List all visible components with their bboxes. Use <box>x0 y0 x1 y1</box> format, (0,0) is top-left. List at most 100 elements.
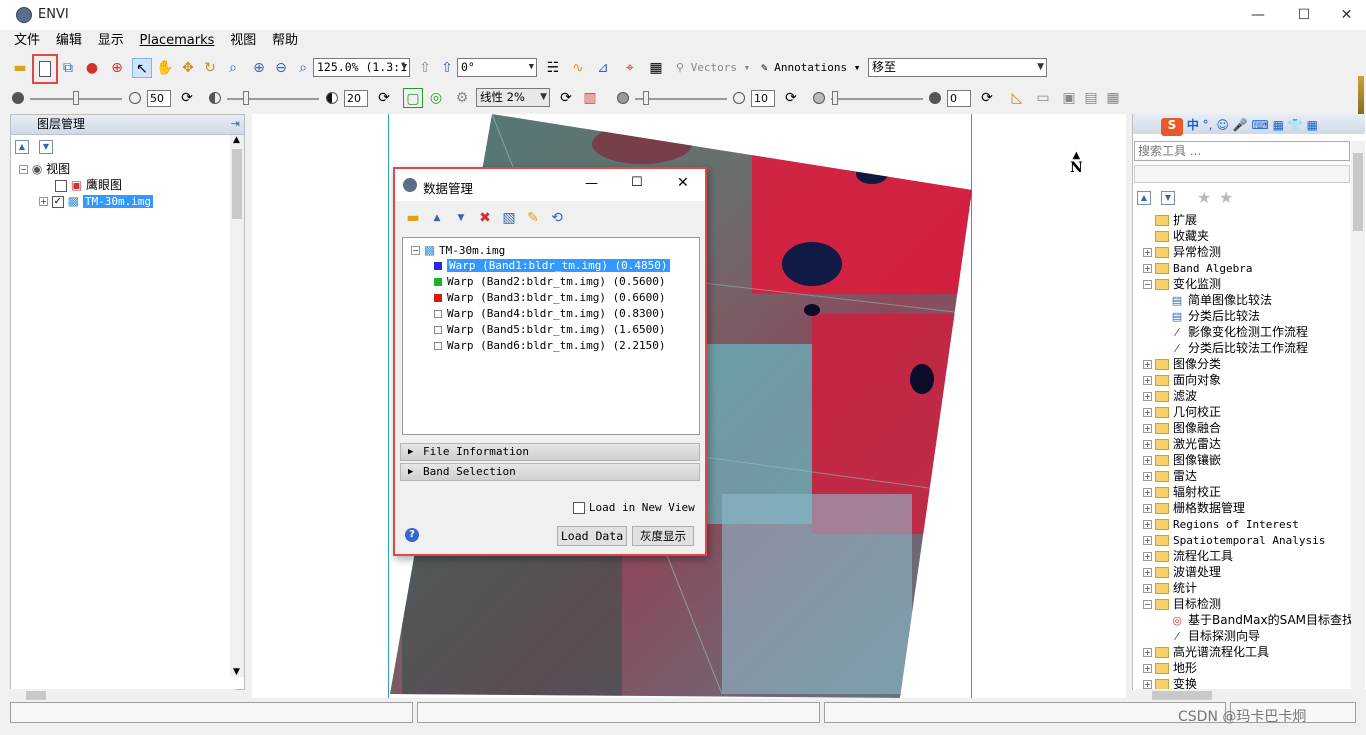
layer-vertical-scrollbar[interactable]: ▲ ▼ <box>230 135 244 677</box>
toolbox-item[interactable]: + 波谱处理 <box>1143 564 1221 580</box>
close-button[interactable]: ✕ <box>1327 0 1366 30</box>
scroll-up-icon[interactable]: ▲ <box>233 135 240 145</box>
band-item-4[interactable]: Warp (Band4:bldr_tm.img) (0.8300) <box>434 306 666 322</box>
contrast-value[interactable]: 20 <box>344 90 368 107</box>
toolbox-item[interactable]: + 辐射校正 <box>1143 484 1221 500</box>
toolbox-item[interactable]: + 地形 <box>1143 660 1197 676</box>
expand-icon[interactable]: + <box>1143 664 1152 673</box>
reset-sharpen-icon[interactable]: ⟳ <box>781 88 801 108</box>
menu-edit[interactable]: 编辑 <box>50 30 88 52</box>
scroll-down-icon[interactable]: ▼ <box>233 667 240 677</box>
expand-icon[interactable]: + <box>1143 648 1152 657</box>
toolbox-item[interactable]: +扩展 <box>1143 212 1197 228</box>
load-data-button[interactable]: Load Data <box>557 526 627 546</box>
load-in-new-view-checkbox[interactable] <box>573 501 585 514</box>
hscroll-thumb[interactable] <box>1152 691 1212 700</box>
toolbox-item[interactable]: ▤ 分类后比较法 <box>1171 308 1260 324</box>
expand-all-icon[interactable]: ▼ <box>1161 191 1175 205</box>
help-icon[interactable]: ? <box>405 528 419 542</box>
collapse-icon[interactable]: − <box>1143 600 1152 609</box>
layout-multi-icon[interactable]: ▤ <box>1081 88 1101 108</box>
reset-brightness-icon[interactable]: ⟳ <box>177 88 197 108</box>
expand-icon[interactable]: + <box>1143 536 1152 545</box>
toolbox-item[interactable]: + 流程化工具 <box>1143 548 1233 564</box>
toolbox-item[interactable]: − 变化监测 <box>1143 276 1221 292</box>
toolbox-item[interactable]: ⁄ 目标探测向导 <box>1171 628 1260 644</box>
expand-icon[interactable]: + <box>1143 488 1152 497</box>
transparency-slider-thumb[interactable] <box>832 91 838 105</box>
expand-icon[interactable]: + <box>1143 456 1152 465</box>
band-item-3[interactable]: Warp (Band3:bldr_tm.img) (0.6600) <box>434 290 666 306</box>
stretch-settings-icon[interactable]: ⚙ <box>452 88 472 108</box>
menu-view[interactable]: 视图 <box>224 30 262 52</box>
toolbox-item[interactable]: + 图像融合 <box>1143 420 1221 436</box>
expand-icon[interactable]: + <box>1143 552 1152 561</box>
goto-combo[interactable]: 移至 ▼ <box>868 58 1047 77</box>
toolbox-search-input[interactable]: 搜索工具 ... <box>1134 141 1350 161</box>
crop-icon[interactable]: ⧉ <box>58 58 78 78</box>
select-arrow-icon[interactable]: ↖ <box>132 58 152 78</box>
placemark-icon[interactable]: ● <box>82 58 102 78</box>
dialog-close-button[interactable]: ✕ <box>677 175 689 191</box>
toolbox-item[interactable]: + 图像分类 <box>1143 356 1221 372</box>
contrast-slider-thumb[interactable] <box>243 91 249 105</box>
band-item-5[interactable]: Warp (Band5:bldr_tm.img) (1.6500) <box>434 322 666 338</box>
open-file-icon[interactable]: ▬ <box>403 208 423 228</box>
minimize-button[interactable]: — <box>1235 0 1281 30</box>
measure-icon[interactable]: ◺ <box>1007 88 1027 108</box>
roi-icon[interactable]: ⌖ <box>620 58 640 78</box>
toolbox-item[interactable]: + 激光雷达 <box>1143 436 1221 452</box>
zoom-combo[interactable]: 125.0% (1.3:1 ▼ <box>313 58 410 77</box>
expand-icon[interactable]: + <box>1143 680 1152 689</box>
expand-icon[interactable]: + <box>1143 376 1152 385</box>
band-item-2[interactable]: Warp (Band2:bldr_tm.img) (0.5600) <box>434 274 666 290</box>
pan-hand-icon[interactable]: ✋ <box>155 58 175 78</box>
favorite-star-add-icon[interactable]: ★ <box>1219 188 1233 207</box>
reset-transparency-icon[interactable]: ⟳ <box>977 88 997 108</box>
rotation-combo[interactable]: 0° ▼ <box>457 58 537 77</box>
expand-icon[interactable]: + <box>1143 472 1152 481</box>
remove-file-icon[interactable]: ✖ <box>475 208 495 228</box>
toolbox-vertical-scrollbar[interactable] <box>1351 141 1365 690</box>
toolbox-item[interactable]: + Spatiotemporal Analysis <box>1143 532 1325 548</box>
scroll-thumb[interactable] <box>1353 153 1363 231</box>
collapse-all-icon[interactable]: ▲ <box>1137 191 1151 205</box>
emoji-icon[interactable]: ☺ <box>1216 118 1229 132</box>
sharpen-value[interactable]: 10 <box>751 90 775 107</box>
menu-file[interactable]: 文件 <box>8 30 46 52</box>
transparency-slider[interactable] <box>831 98 923 100</box>
dialog-maximize-button[interactable]: ☐ <box>631 175 643 190</box>
toolbox-item[interactable]: + Band Algebra <box>1143 260 1252 276</box>
toolbox-item[interactable]: ⁄ 分类后比较法工作流程 <box>1171 340 1308 356</box>
toolbox-item[interactable]: − 目标检测 <box>1143 596 1221 612</box>
toolbox-item[interactable]: + 高光谱流程化工具 <box>1143 644 1269 660</box>
brightness-value[interactable]: 50 <box>147 90 171 107</box>
tshirt-icon[interactable]: 👕 <box>1288 118 1303 132</box>
band-selection-section[interactable]: ▶ Band Selection <box>400 463 700 481</box>
expand-icon[interactable]: + <box>1143 520 1152 529</box>
stretch-view-icon[interactable]: ◎ <box>426 88 446 108</box>
toolbox-item[interactable]: + 滤波 <box>1143 388 1197 404</box>
zoom-in-icon[interactable]: ⊕ <box>249 58 269 78</box>
expand-icon[interactable]: + <box>1143 392 1152 401</box>
expand-icon[interactable]: + <box>1143 360 1152 369</box>
move-down-icon[interactable]: ▼ <box>39 140 53 154</box>
collapse-icon[interactable]: − <box>1143 280 1152 289</box>
reset-contrast-icon[interactable]: ⟳ <box>374 88 394 108</box>
crosshair-icon[interactable]: ⊕ <box>107 58 127 78</box>
toolbox-item[interactable]: + 统计 <box>1143 580 1197 596</box>
stretch-full-icon[interactable]: ▢ <box>403 88 423 108</box>
menu-display[interactable]: 显示 <box>92 30 130 52</box>
swipe-icon[interactable]: ☵ <box>543 58 563 78</box>
sharpen-slider-thumb[interactable] <box>643 91 649 105</box>
contrast-slider[interactable] <box>227 98 319 100</box>
skin-icon[interactable]: ▦ <box>1273 118 1284 132</box>
toolbox-item[interactable]: + Regions of Interest <box>1143 516 1299 532</box>
toolbox-item[interactable]: + 栅格数据管理 <box>1143 500 1245 516</box>
microphone-icon[interactable]: 🎤 <box>1233 118 1248 132</box>
band-item-6[interactable]: Warp (Band6:bldr_tm.img) (2.2150) <box>434 338 666 354</box>
expand-all-icon[interactable]: ▼ <box>451 208 471 228</box>
toolbox-item[interactable]: ⁄ 影像变化检测工作流程 <box>1171 324 1308 340</box>
layer-item-tm30m[interactable]: + ✓ ▩ TM-30m.img <box>39 193 154 209</box>
portal-icon[interactable]: ⊿ <box>593 58 613 78</box>
